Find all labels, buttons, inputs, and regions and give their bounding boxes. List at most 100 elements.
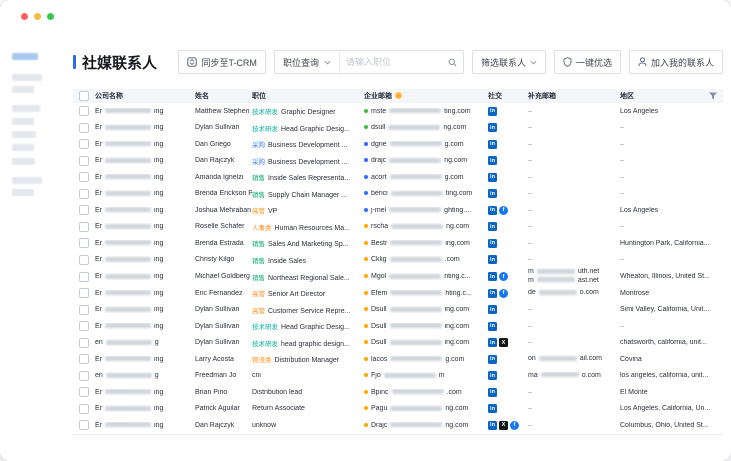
sidebar-item[interactable] bbox=[12, 189, 34, 196]
x-twitter-icon[interactable]: X bbox=[499, 338, 508, 347]
one-click-optimize-button[interactable]: 一键优选 bbox=[554, 50, 621, 74]
redacted-text bbox=[105, 191, 151, 196]
email-cell: rschang.com bbox=[364, 223, 488, 230]
company-name: en bbox=[95, 339, 103, 346]
contact-name: Dylan Sullivan bbox=[195, 124, 252, 131]
linkedin-icon[interactable]: in bbox=[488, 322, 497, 331]
filter-icon[interactable] bbox=[709, 93, 717, 100]
facebook-icon[interactable]: f bbox=[499, 206, 508, 215]
company-name: Er bbox=[95, 290, 102, 297]
row-checkbox[interactable] bbox=[79, 338, 89, 348]
row-checkbox[interactable] bbox=[79, 387, 89, 397]
company-name: ing bbox=[154, 157, 163, 164]
linkedin-icon[interactable]: in bbox=[488, 140, 497, 149]
linkedin-icon[interactable]: in bbox=[488, 239, 497, 248]
row-checkbox[interactable] bbox=[79, 272, 89, 282]
zoom-button[interactable] bbox=[47, 13, 54, 20]
company-name: Er bbox=[95, 174, 102, 181]
row-checkbox[interactable] bbox=[79, 305, 89, 315]
sidebar-item[interactable] bbox=[12, 118, 34, 125]
row-checkbox[interactable] bbox=[79, 172, 89, 182]
region-cell: – bbox=[620, 174, 723, 181]
row-checkbox[interactable] bbox=[79, 205, 89, 215]
email-status-dot bbox=[364, 125, 368, 129]
email-text: dsull bbox=[371, 124, 385, 131]
row-checkbox[interactable] bbox=[79, 404, 89, 414]
region-cell: – bbox=[620, 157, 723, 164]
linkedin-icon[interactable]: in bbox=[488, 272, 497, 281]
row-checkbox[interactable] bbox=[79, 255, 89, 265]
sidebar-item[interactable] bbox=[12, 131, 36, 138]
close-button[interactable] bbox=[21, 13, 28, 20]
title-accent-bar bbox=[73, 55, 76, 69]
sidebar-item[interactable] bbox=[12, 158, 35, 165]
linkedin-icon[interactable]: in bbox=[488, 173, 497, 182]
social-cell: in bbox=[488, 173, 528, 182]
linkedin-icon[interactable]: in bbox=[488, 404, 497, 413]
contact-name: Michael Goldberg bbox=[195, 273, 252, 280]
linkedin-icon[interactable]: in bbox=[488, 355, 497, 364]
position-query-dropdown[interactable]: 职位查询 bbox=[275, 51, 340, 73]
filter-contacts-dropdown[interactable]: 筛选联系人 bbox=[472, 50, 546, 74]
email-cell: Fjom bbox=[364, 372, 488, 379]
row-checkbox[interactable] bbox=[79, 288, 89, 298]
job-title-cell: Distribution lead bbox=[252, 389, 364, 396]
social-cell: inX bbox=[488, 338, 528, 347]
sidebar-item[interactable] bbox=[12, 105, 40, 112]
row-checkbox[interactable] bbox=[79, 321, 89, 331]
extra-email-cell: – bbox=[528, 422, 620, 429]
row-checkbox[interactable] bbox=[79, 156, 89, 166]
linkedin-icon[interactable]: in bbox=[488, 107, 497, 116]
row-checkbox[interactable] bbox=[79, 354, 89, 364]
linkedin-icon[interactable]: in bbox=[488, 123, 497, 132]
linkedin-icon[interactable]: in bbox=[488, 371, 497, 380]
select-all-checkbox[interactable] bbox=[79, 91, 89, 101]
redacted-text bbox=[390, 406, 442, 411]
facebook-icon[interactable]: f bbox=[499, 272, 508, 281]
row-checkbox[interactable] bbox=[79, 238, 89, 248]
company-name: Er bbox=[95, 323, 102, 330]
facebook-icon[interactable]: f bbox=[510, 421, 519, 430]
linkedin-icon[interactable]: in bbox=[488, 338, 497, 347]
facebook-icon[interactable]: f bbox=[499, 289, 508, 298]
x-twitter-icon[interactable]: X bbox=[499, 421, 508, 430]
company-cell: Ering bbox=[95, 223, 195, 230]
linkedin-icon[interactable]: in bbox=[488, 255, 497, 264]
sidebar-item[interactable] bbox=[12, 144, 34, 151]
sidebar-item[interactable] bbox=[12, 74, 42, 81]
company-name: Er bbox=[95, 240, 102, 247]
sync-icon bbox=[187, 57, 197, 67]
row-checkbox[interactable] bbox=[79, 139, 89, 149]
linkedin-icon[interactable]: in bbox=[488, 206, 497, 215]
add-to-my-contacts-button[interactable]: 加入我的联系人 bbox=[629, 50, 723, 74]
extra-email: mast.net bbox=[528, 277, 616, 286]
sidebar-item[interactable] bbox=[12, 177, 42, 184]
search-icon[interactable] bbox=[448, 58, 457, 67]
linkedin-icon[interactable]: in bbox=[488, 289, 497, 298]
linkedin-icon[interactable]: in bbox=[488, 156, 497, 165]
linkedin-icon[interactable]: in bbox=[488, 222, 497, 231]
coin-icon bbox=[395, 92, 402, 99]
row-checkbox[interactable] bbox=[79, 420, 89, 430]
sync-to-tcrm-button[interactable]: 同步至T-CRM bbox=[178, 50, 266, 74]
row-checkbox[interactable] bbox=[79, 371, 89, 381]
row-checkbox[interactable] bbox=[79, 123, 89, 133]
email-cell: Dsulling.com bbox=[364, 306, 488, 313]
sidebar-item[interactable] bbox=[12, 53, 38, 60]
empty-value: – bbox=[528, 405, 532, 412]
company-cell: Ering bbox=[95, 356, 195, 363]
row-checkbox[interactable] bbox=[79, 106, 89, 116]
row-checkbox[interactable] bbox=[79, 189, 89, 199]
linkedin-icon[interactable]: in bbox=[488, 189, 497, 198]
badge-icon bbox=[563, 57, 572, 67]
redacted-text bbox=[105, 108, 151, 113]
company-name: Er bbox=[95, 157, 102, 164]
row-checkbox[interactable] bbox=[79, 222, 89, 232]
position-search-input[interactable] bbox=[340, 57, 448, 67]
sidebar-item[interactable] bbox=[12, 86, 34, 93]
region-cell: Wheaton, Illinois, United St... bbox=[620, 273, 723, 280]
linkedin-icon[interactable]: in bbox=[488, 421, 497, 430]
minimize-button[interactable] bbox=[34, 13, 41, 20]
linkedin-icon[interactable]: in bbox=[488, 305, 497, 314]
linkedin-icon[interactable]: in bbox=[488, 388, 497, 397]
